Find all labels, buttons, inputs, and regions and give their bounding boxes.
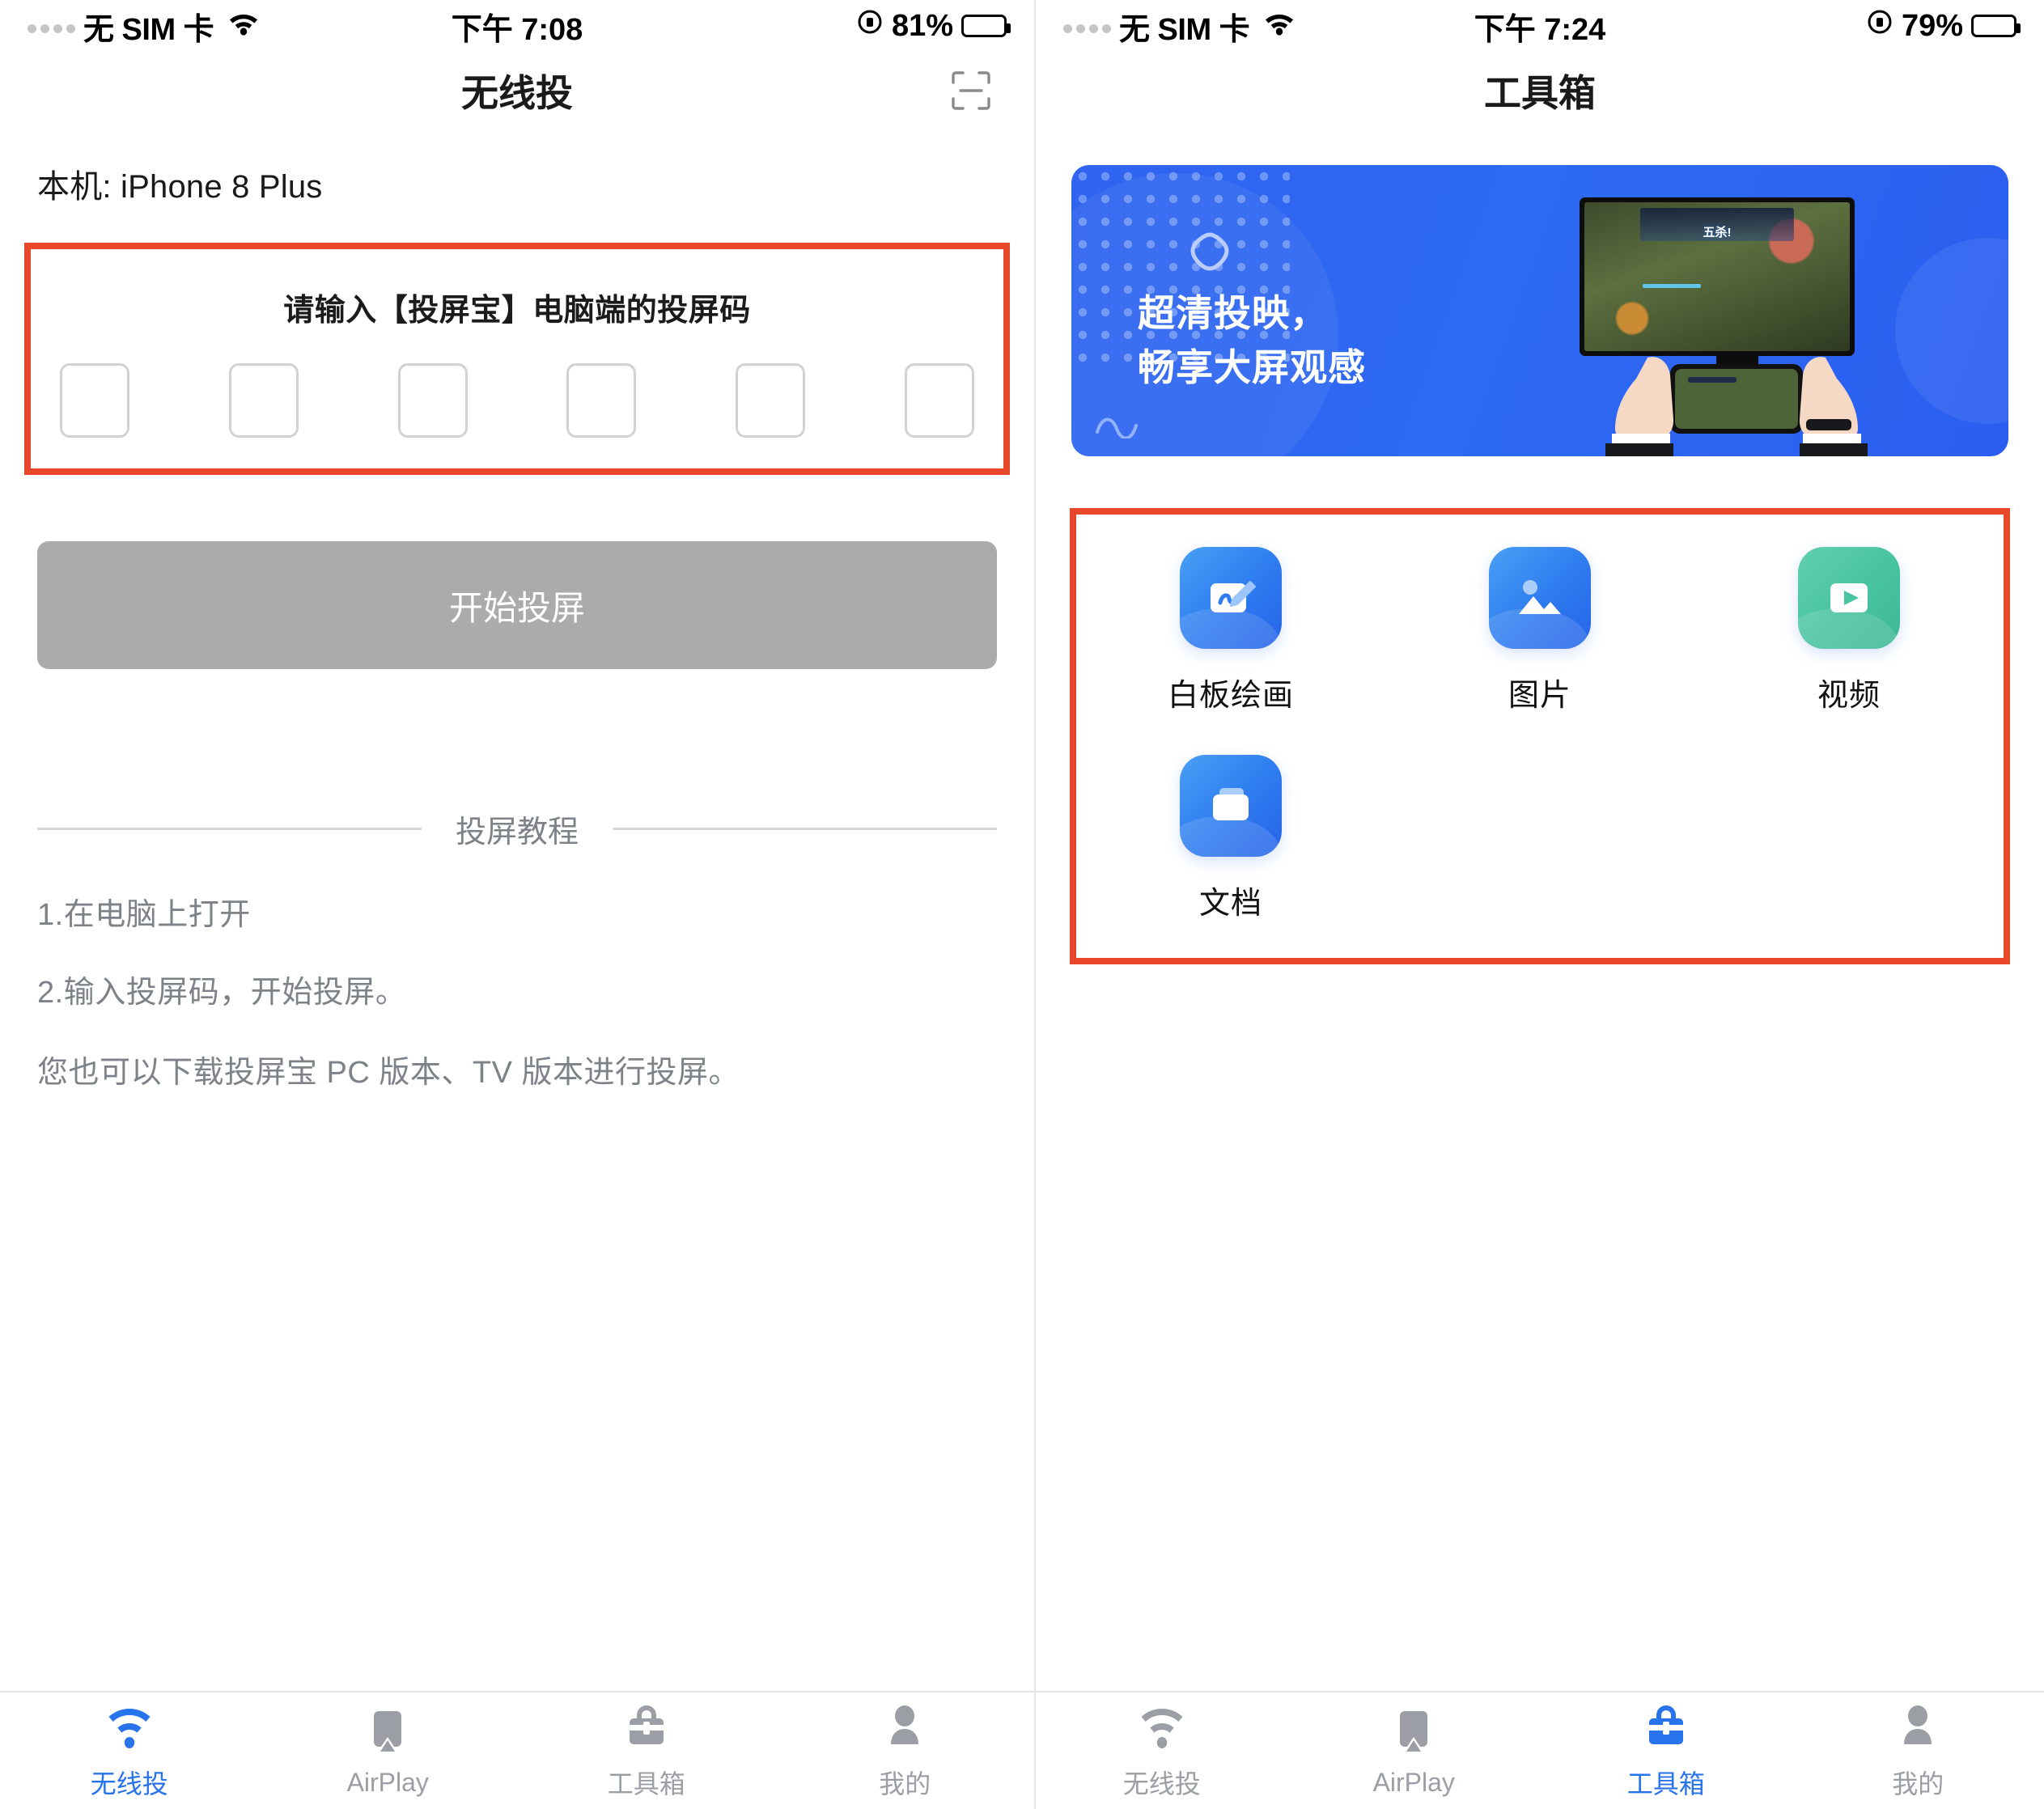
cast-page-body: 本机: iPhone 8 Plus 请输入【投屏宝】电脑端的投屏码 开始投屏 投… — [0, 129, 1034, 1691]
device-name-label: 本机: iPhone 8 Plus — [37, 169, 323, 205]
tab-label-mine: 我的 — [1892, 1769, 1944, 1798]
dual-screenshot-container: 无 SIM 卡 下午 7:08 81% 无线投 本机: iPhone 8 Plu… — [0, 0, 2044, 1809]
code-digit-input-4[interactable] — [566, 363, 637, 438]
game-healthbar — [1643, 284, 1702, 289]
carrier-label: 无 SIM 卡 — [1119, 12, 1250, 47]
tutorial-divider: 投屏教程 — [37, 807, 998, 851]
tab-label-airplay: AirPlay — [1372, 1767, 1455, 1797]
triangle-rounded-logo-icon — [1186, 228, 1233, 275]
battery-percent-label: 81% — [891, 8, 953, 43]
status-bar-left: 无 SIM 卡 — [1063, 4, 1296, 49]
toolbox-grid: 白板绘画 图片 视频 文档 — [1076, 547, 2004, 922]
carrier-label: 无 SIM 卡 — [83, 12, 214, 47]
tab-mine[interactable]: 我的 — [776, 1701, 1035, 1801]
hands-holding-phone-icon — [1567, 350, 1906, 456]
toolbox-page-body: 超清投映， 畅享大屏观感 五杀! 白板绘画 图片 视频 文档 — [1036, 129, 2044, 1691]
tab-bar: 无线投 AirPlay 工具箱 我的 — [0, 1691, 1034, 1809]
status-bar-right: 79% — [1866, 8, 2021, 44]
person-icon — [1897, 1701, 1939, 1752]
video-play-icon — [1798, 547, 1900, 649]
status-bar: 无 SIM 卡 下午 7:24 79% — [1036, 0, 2044, 52]
tab-label-toolbox: 工具箱 — [1626, 1769, 1705, 1798]
tool-label-image: 图片 — [1508, 679, 1571, 713]
tab-label-mine: 我的 — [879, 1769, 931, 1798]
tutorial-note: 您也可以下载投屏宝 PC 版本、TV 版本进行投屏。 — [37, 1056, 740, 1091]
banner-headline: 超清投映， 畅享大屏观感 — [1138, 286, 1366, 394]
cast-code-panel: 请输入【投屏宝】电脑端的投屏码 — [24, 243, 1010, 475]
promo-banner[interactable]: 超清投映， 畅享大屏观感 五杀! — [1071, 165, 2008, 456]
tab-label-toolbox: 工具箱 — [607, 1769, 685, 1798]
tab-toolbox[interactable]: 工具箱 — [1540, 1701, 1792, 1801]
code-digit-input-2[interactable] — [228, 363, 299, 438]
status-bar-left: 无 SIM 卡 — [28, 4, 261, 49]
code-digit-input-6[interactable] — [904, 363, 974, 438]
airplay-icon — [1391, 1705, 1436, 1756]
tab-airplay[interactable]: AirPlay — [1288, 1705, 1541, 1798]
tab-label-airplay: AirPlay — [346, 1767, 429, 1797]
tab-mine[interactable]: 我的 — [1792, 1701, 2044, 1801]
battery-icon — [1971, 15, 2021, 37]
battery-icon — [961, 15, 1011, 37]
game-pentakill-text: 五杀! — [1703, 225, 1732, 239]
tutorial-section: 1.在电脑上打开 2.输入投屏码，开始投屏。 您也可以下载投屏宝 PC 版本、T… — [0, 851, 1034, 1091]
tab-wireless-cast[interactable]: 无线投 — [0, 1701, 259, 1801]
code-digit-input-3[interactable] — [397, 363, 468, 438]
cast-code-inputs[interactable] — [45, 363, 989, 438]
rotation-lock-icon — [1866, 8, 1893, 44]
signal-dots-icon — [28, 19, 75, 33]
circle-decoration-right — [1895, 238, 2008, 424]
wifi-cast-icon — [1137, 1701, 1187, 1752]
screen-toolbox: 无 SIM 卡 下午 7:24 79% 工具箱 超清投映， 畅享大屏观感 五杀!… — [1036, 0, 2044, 1809]
start-cast-button[interactable]: 开始投屏 — [37, 541, 997, 669]
tool-item-video[interactable]: 视频 — [1694, 547, 2004, 714]
tab-label-wireless-cast: 无线投 — [1122, 1769, 1201, 1798]
swirl-decoration — [1094, 403, 1146, 440]
code-digit-input-5[interactable] — [736, 363, 806, 438]
image-icon — [1489, 547, 1591, 649]
scan-qr-icon[interactable] — [948, 68, 994, 113]
wifi-icon — [1262, 9, 1296, 44]
code-digit-input-1[interactable] — [60, 363, 129, 438]
rotation-lock-icon — [856, 8, 884, 44]
tool-label-document: 文档 — [1198, 887, 1262, 921]
divider-line-left — [37, 828, 422, 830]
whiteboard-pen-icon — [1180, 547, 1282, 649]
tutorial-divider-label: 投屏教程 — [456, 816, 579, 849]
tutorial-step-2: 2.输入投屏码，开始投屏。 — [37, 975, 407, 1010]
signal-dots-icon — [1063, 19, 1111, 33]
person-icon — [884, 1701, 926, 1752]
tool-item-document[interactable]: 文档 — [1076, 755, 1385, 922]
tab-toolbox[interactable]: 工具箱 — [517, 1701, 776, 1801]
toolbox-grid-panel: 白板绘画 图片 视频 文档 — [1070, 508, 2010, 964]
tool-label-video: 视频 — [1817, 679, 1881, 713]
tab-bar: 无线投 AirPlay 工具箱 我的 — [1036, 1691, 2044, 1809]
banner-headline-line2: 畅享大屏观感 — [1138, 345, 1366, 388]
page-title: 无线投 — [461, 72, 573, 114]
tool-item-image[interactable]: 图片 — [1385, 547, 1694, 714]
nav-bar: 工具箱 — [1036, 52, 2044, 129]
tool-label-whiteboard: 白板绘画 — [1167, 679, 1294, 713]
wifi-icon — [227, 9, 261, 44]
document-folder-icon — [1180, 755, 1282, 857]
tab-wireless-cast[interactable]: 无线投 — [1036, 1701, 1288, 1801]
divider-line-right — [613, 828, 998, 830]
tab-label-wireless-cast: 无线投 — [90, 1769, 168, 1798]
nav-bar: 无线投 — [0, 52, 1034, 129]
wifi-cast-icon — [104, 1701, 155, 1752]
battery-percent-label: 79% — [1901, 8, 1963, 43]
banner-headline-line1: 超清投映， — [1138, 292, 1328, 334]
page-title: 工具箱 — [1484, 72, 1596, 114]
tool-item-whiteboard[interactable]: 白板绘画 — [1076, 547, 1385, 714]
screen-wireless-cast: 无 SIM 卡 下午 7:08 81% 无线投 本机: iPhone 8 Plu… — [0, 0, 1036, 1809]
toolbox-icon — [1643, 1701, 1690, 1752]
toolbox-icon — [623, 1701, 670, 1752]
status-bar: 无 SIM 卡 下午 7:08 81% — [0, 0, 1034, 52]
tab-airplay[interactable]: AirPlay — [259, 1705, 518, 1798]
airplay-icon — [365, 1705, 410, 1756]
cast-code-prompt: 请输入【投屏宝】电脑端的投屏码 — [283, 294, 751, 328]
status-bar-right: 81% — [856, 8, 1011, 44]
tutorial-step-1: 1.在电脑上打开 — [37, 898, 251, 932]
